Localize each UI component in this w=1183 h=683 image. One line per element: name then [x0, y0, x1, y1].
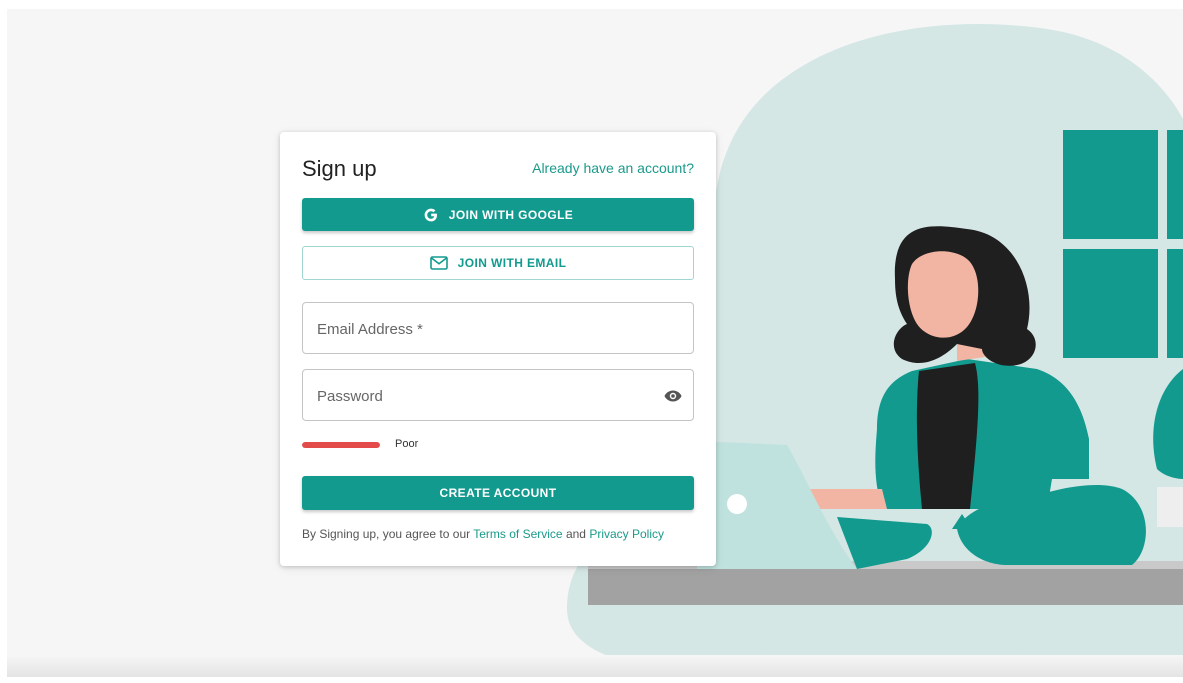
login-link[interactable]: Already have an account? — [532, 160, 694, 176]
mail-envelope-icon — [429, 256, 448, 270]
legal-prefix: By Signing up, you agree to our — [302, 527, 471, 541]
password-strength-label: Poor — [395, 438, 419, 450]
terms-of-service-link[interactable]: Terms of Service — [473, 527, 562, 541]
password-field-box — [302, 369, 694, 422]
legal-text: By Signing up, you agree to our Terms of… — [302, 527, 664, 541]
create-account-button[interactable]: CREATE ACCOUNT — [302, 476, 694, 510]
eye-icon[interactable] — [663, 386, 683, 406]
password-strength-fill — [302, 442, 380, 448]
page-title: Sign up — [302, 156, 377, 181]
email-field-box — [302, 302, 694, 355]
join-with-google-label: JOIN WITH GOOGLE — [448, 207, 574, 222]
password-field[interactable] — [315, 370, 659, 422]
signup-card: Sign up Already have an account? JOIN WI… — [280, 132, 716, 566]
bottom-shade — [7, 655, 1183, 677]
google-g-icon — [423, 207, 439, 223]
join-with-google-button[interactable]: JOIN WITH GOOGLE — [302, 198, 694, 231]
password-strength-bar — [302, 442, 380, 448]
join-with-email-button[interactable]: JOIN WITH EMAIL — [302, 246, 694, 280]
email-field[interactable] — [315, 303, 659, 355]
privacy-policy-link[interactable]: Privacy Policy — [589, 527, 664, 541]
join-with-email-label: JOIN WITH EMAIL — [457, 256, 567, 270]
legal-conjunction: and — [565, 527, 586, 541]
